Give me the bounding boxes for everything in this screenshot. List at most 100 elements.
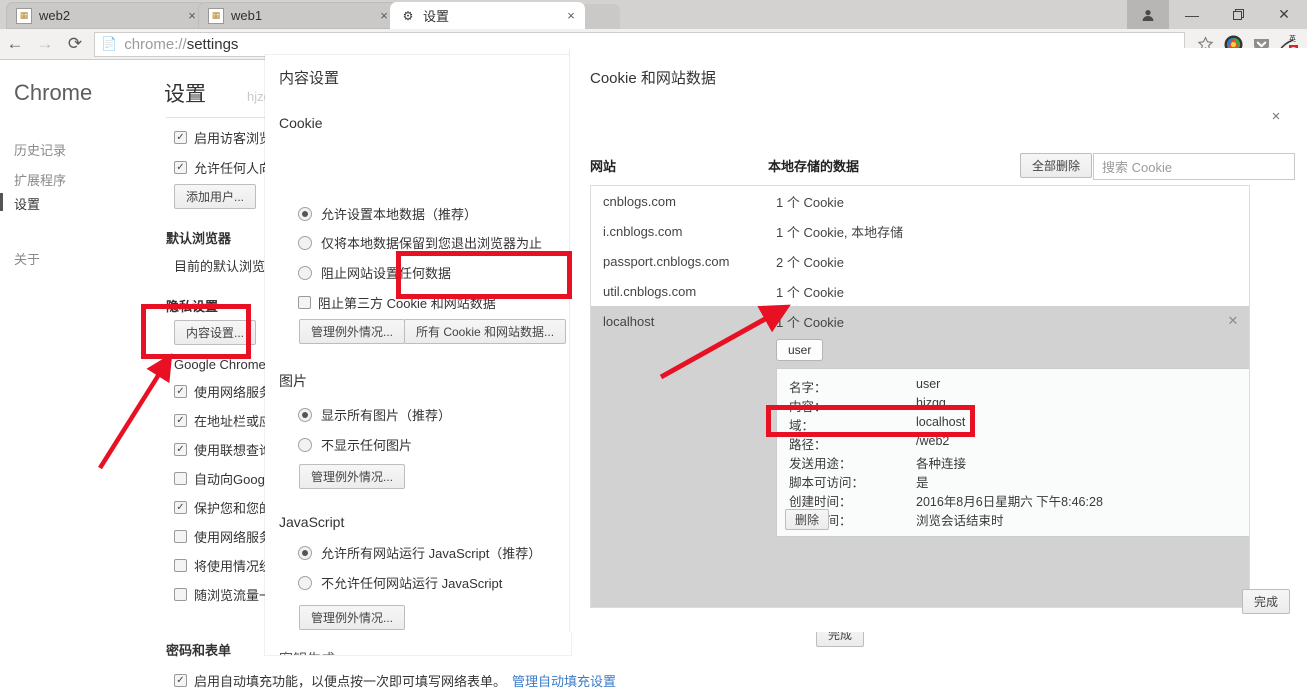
table-row[interactable]: passport.cnblogs.com 2 个 Cookie — [591, 246, 1249, 276]
cookies-list[interactable]: cnblogs.com 1 个 Cookie i.cnblogs.com 1 个… — [590, 185, 1250, 608]
detail-value: /web2 — [916, 434, 950, 448]
default-browser-heading: 默认浏览器 — [166, 231, 232, 246]
cookie-block-third-party-checkbox[interactable]: 阻止第三方 Cookie 和网站数据 — [298, 293, 496, 312]
radio-unselected-icon[interactable] — [298, 437, 312, 452]
checkbox-unchecked-icon[interactable] — [174, 588, 187, 601]
profile-avatar-icon[interactable] — [1127, 0, 1169, 29]
content-settings-dialog: 内容设置 Cookie 允许设置本地数据（推荐） 仅将本地数据保留到您退出浏览器… — [265, 55, 571, 655]
checkbox-label: 允许任何人向 — [194, 161, 273, 176]
detail-row-domain: 域： localhost — [777, 415, 1249, 434]
manage-autofill-link[interactable]: 管理自动填充设置 — [512, 671, 616, 690]
back-button[interactable]: ← — [0, 29, 30, 60]
checkbox-label: 使用联想查询 — [194, 443, 273, 458]
checkbox-unchecked-icon[interactable] — [174, 559, 187, 572]
images-radio-show-none[interactable]: 不显示任何图片 — [298, 435, 412, 454]
tab-title: 设置 — [423, 9, 450, 24]
javascript-radio-block-all[interactable]: 不允许任何网站运行 JavaScript — [298, 573, 502, 592]
checkbox-unchecked-icon[interactable] — [174, 530, 187, 543]
cookie-radio-block-all[interactable]: 阻止网站设置任何数据 — [298, 263, 451, 282]
delete-cookie-button[interactable]: 删除 — [785, 509, 830, 530]
checkbox-label: 保护您和您的 — [194, 501, 273, 516]
privacy-checkbox-4[interactable]: ✓ 保护您和您的 — [174, 498, 272, 517]
window-controls: — ✕ — [1127, 0, 1307, 29]
close-icon[interactable]: × — [1268, 108, 1284, 124]
table-row[interactable]: cnblogs.com 1 个 Cookie — [591, 186, 1249, 216]
detail-value: hjzgg — [916, 396, 946, 410]
detail-key: 路径： — [789, 438, 827, 452]
url-path: settings — [186, 35, 239, 53]
cookie-radio-allow[interactable]: 允许设置本地数据（推荐） — [298, 204, 477, 223]
cookie-chip-user[interactable]: user — [776, 339, 824, 361]
sidebar-item-extensions[interactable]: 扩展程序 — [14, 170, 66, 189]
column-header-site: 网站 — [590, 159, 617, 174]
reload-button[interactable]: ⟳ — [60, 29, 90, 60]
allow-anyone-checkbox-row[interactable]: ✓ 允许任何人向 — [174, 158, 272, 177]
search-cookie-input[interactable]: 搜索 Cookie — [1093, 153, 1295, 180]
images-radio-show-all[interactable]: 显示所有图片（推荐） — [298, 405, 451, 424]
images-section-heading: 图片 — [279, 373, 307, 389]
remove-all-button[interactable]: 全部删除 — [1019, 153, 1092, 178]
privacy-checkbox-1[interactable]: ✓ 在地址栏或应 — [174, 411, 272, 430]
browser-tab-settings[interactable]: ⚙ 设置 × — [390, 2, 585, 29]
localhost-row-summary[interactable]: localhost 1 个 Cookie — [591, 306, 1249, 336]
table-row-localhost-selected[interactable]: localhost 1 个 Cookie ✕ user 名字： user 内容：… — [591, 306, 1249, 607]
checkbox-checked-icon[interactable]: ✓ — [174, 443, 187, 456]
new-tab-button[interactable] — [580, 4, 620, 29]
forward-button[interactable]: → — [30, 29, 60, 60]
sidebar-item-about[interactable]: 关于 — [14, 249, 40, 268]
table-row[interactable]: util.cnblogs.com 1 个 Cookie — [591, 276, 1249, 306]
window-minimize-button[interactable]: — — [1169, 0, 1215, 29]
images-manage-exceptions-button[interactable]: 管理例外情况... — [299, 464, 406, 489]
checkbox-checked-icon[interactable]: ✓ — [174, 501, 187, 514]
cookie-manage-exceptions-button[interactable]: 管理例外情况... — [299, 319, 406, 344]
browser-tab-web2[interactable]: ▦ web2 × — [6, 2, 206, 29]
privacy-checkbox-6[interactable]: 将使用情况统 — [174, 556, 272, 575]
radio-unselected-icon[interactable] — [298, 235, 312, 250]
detail-row-path: 路径： /web2 — [777, 434, 1249, 453]
privacy-checkbox-2[interactable]: ✓ 使用联想查询 — [174, 440, 272, 459]
detail-row-content: 内容： hjzgg — [777, 396, 1249, 415]
privacy-heading: 隐私设置 — [166, 299, 219, 314]
privacy-checkbox-0[interactable]: ✓ 使用网络服务 — [174, 382, 272, 401]
cookie-radio-session-only[interactable]: 仅将本地数据保留到您退出浏览器为止 — [298, 233, 542, 252]
radio-selected-icon[interactable] — [298, 545, 312, 560]
privacy-checkbox-3[interactable]: 自动向Google — [174, 469, 275, 488]
detail-value: 各种连接 — [916, 457, 967, 471]
checkbox-checked-icon[interactable]: ✓ — [174, 385, 187, 398]
tab-close-icon[interactable]: × — [563, 8, 579, 24]
sidebar-item-history[interactable]: 历史记录 — [14, 140, 66, 159]
content-settings-dialog-title: 内容设置 — [279, 70, 340, 87]
detail-row-name: 名字： user — [777, 377, 1249, 396]
javascript-manage-exceptions-button[interactable]: 管理例外情况... — [299, 605, 406, 630]
autofill-checkbox-row[interactable]: ✓ 启用自动填充功能，以便点按一次即可填写网络表单。 管理自动填充设置 — [174, 671, 616, 690]
sidebar-item-settings[interactable]: 设置 — [14, 194, 40, 213]
javascript-radio-allow-all[interactable]: 允许所有网站运行 JavaScript（推荐） — [298, 543, 541, 562]
radio-selected-icon[interactable] — [298, 407, 312, 422]
remove-site-icon[interactable]: ✕ — [1225, 312, 1241, 328]
radio-selected-icon[interactable] — [298, 206, 312, 221]
checkbox-checked-icon[interactable]: ✓ — [174, 161, 187, 174]
checkbox-checked-icon[interactable]: ✓ — [174, 674, 187, 687]
passwords-heading: 密码和表单 — [166, 643, 232, 658]
checkbox-checked-icon[interactable]: ✓ — [174, 414, 187, 427]
guest-browsing-checkbox-row[interactable]: ✓ 启用访客浏览 — [174, 128, 272, 147]
checkbox-unchecked-icon[interactable] — [298, 296, 311, 309]
all-cookies-and-site-data-button[interactable]: 所有 Cookie 和网站数据... — [404, 319, 567, 344]
privacy-checkbox-5[interactable]: 使用网络服务 — [174, 527, 272, 546]
detail-row-script-accessible: 脚本可访问： 是 — [777, 472, 1249, 491]
detail-key: 创建时间： — [789, 495, 852, 509]
window-close-button[interactable]: ✕ — [1261, 0, 1307, 29]
radio-unselected-icon[interactable] — [298, 265, 312, 280]
add-user-button[interactable]: 添加用户... — [174, 184, 257, 209]
checkbox-unchecked-icon[interactable] — [174, 472, 187, 485]
cookies-done-button[interactable]: 完成 — [1241, 589, 1290, 614]
row-site: localhost — [603, 313, 655, 329]
radio-unselected-icon[interactable] — [298, 575, 312, 590]
privacy-checkbox-7[interactable]: 随浏览流量一 — [174, 585, 272, 604]
window-maximize-button[interactable] — [1215, 0, 1261, 29]
content-settings-button[interactable]: 内容设置... — [174, 320, 257, 345]
radio-label: 显示所有图片（推荐） — [321, 408, 452, 423]
table-row[interactable]: i.cnblogs.com 1 个 Cookie, 本地存储 — [591, 216, 1249, 246]
browser-tab-web1[interactable]: ▦ web1 × — [198, 2, 398, 29]
checkbox-checked-icon[interactable]: ✓ — [174, 131, 187, 144]
